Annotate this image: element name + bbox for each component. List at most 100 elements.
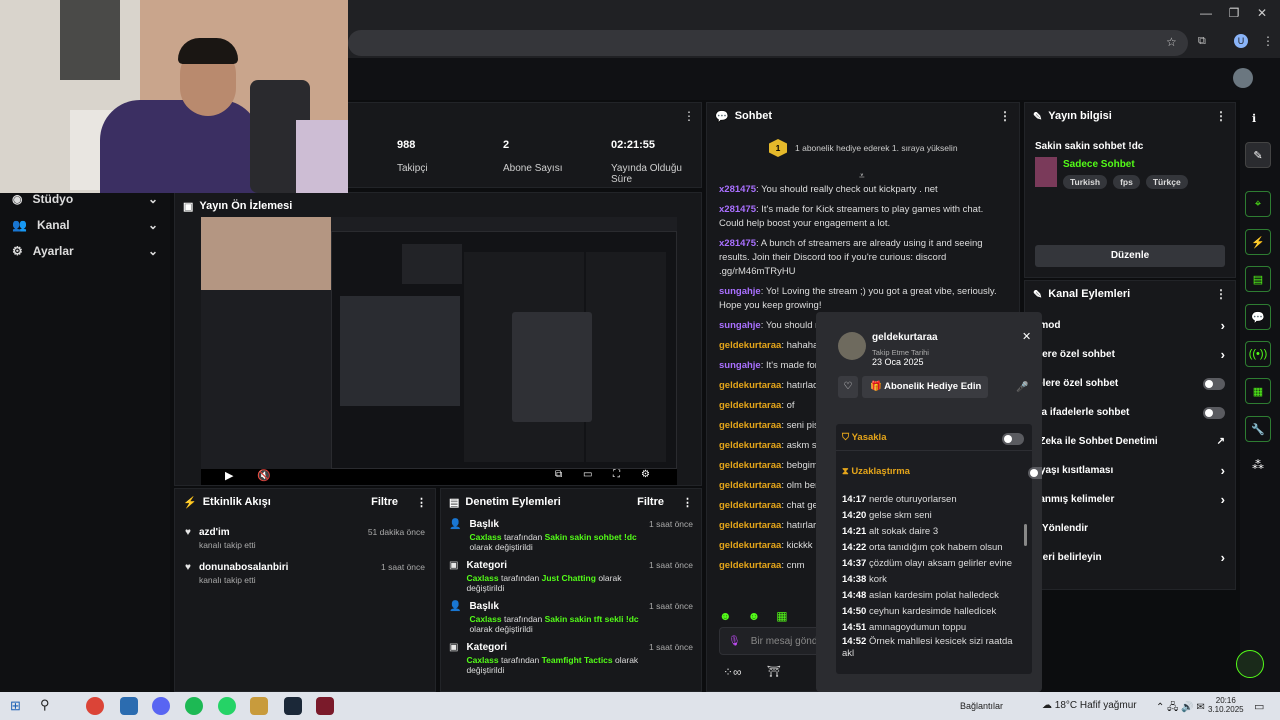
chat-username[interactable]: sungahje <box>719 360 761 371</box>
chat-username[interactable]: sungahje <box>719 320 761 331</box>
channel-action-item[interactable]: nelere özel sohbet <box>1025 369 1235 398</box>
toggle-switch[interactable] <box>1203 406 1225 419</box>
channel-action-item[interactable]: ci Yönlendir <box>1025 514 1235 543</box>
gift-sub-button[interactable]: 🎁 Abonelik Hediye Edin <box>862 376 988 398</box>
emote-icon[interactable]: ▦ <box>776 609 787 623</box>
chat-username[interactable]: geldekurtaraa <box>719 380 781 391</box>
app-icon[interactable] <box>120 697 138 715</box>
document-icon[interactable]: ▤ <box>1245 266 1271 292</box>
infinity-icon[interactable]: ⁘∞ <box>723 665 742 679</box>
league-icon[interactable] <box>250 697 268 715</box>
chat-username[interactable]: x281475 <box>719 238 756 249</box>
theater-icon[interactable]: ▭ <box>583 469 592 480</box>
timeout-toggle-row[interactable]: ⧗ Uzaklaştırma <box>842 466 910 477</box>
chat-username[interactable]: geldekurtaraa <box>719 520 781 531</box>
stats-menu-icon[interactable]: ⋮ <box>683 109 695 123</box>
follow-heart-button[interactable]: ♡ <box>838 376 858 398</box>
edit-mode-icon[interactable]: ✎ <box>1245 142 1271 168</box>
gear-icon[interactable]: ⚙ <box>641 469 650 480</box>
chat-message[interactable]: x281475: You should really check out kic… <box>719 183 1009 197</box>
stream-preview-video[interactable]: ▶ 🔇 ⧉ ▭ ⛶ ⚙ <box>201 217 677 485</box>
minimize-icon[interactable]: — <box>1196 6 1216 20</box>
chat-username[interactable]: geldekurtaraa <box>719 460 781 471</box>
ban-toggle-row[interactable]: ⛉ Yasakla <box>842 432 886 443</box>
clock[interactable]: 20:16 3.10.2025 <box>1208 696 1244 714</box>
address-bar[interactable] <box>348 30 1188 56</box>
list-item[interactable]: ♥ azd'im kanalı takip etti 51 dakika önce <box>175 521 435 556</box>
chat-menu-icon[interactable]: ⋮ <box>999 109 1011 123</box>
list-item[interactable]: ▣ Kategori Caxlass tarafından Teamfight Ta… <box>441 638 701 679</box>
profile-avatar-icon[interactable]: U <box>1234 34 1248 48</box>
sidebar-item-channel[interactable]: 👥 Kanal ⌄ <box>0 212 170 238</box>
search-icon[interactable]: ⚲ <box>40 697 50 713</box>
app-icon[interactable] <box>316 697 334 715</box>
chat-username[interactable]: geldekurtaraa <box>719 560 781 571</box>
wrench-icon[interactable]: 🔧 <box>1245 416 1271 442</box>
channel-action-item[interactable]: ş mod › <box>1025 311 1235 340</box>
lightning-icon[interactable]: ⚡ <box>1245 229 1271 255</box>
network-label[interactable]: Bağlantılar <box>960 701 1003 711</box>
extensions-icon[interactable]: ⧉ <box>1198 35 1206 48</box>
list-item[interactable]: 👤 Başlık Caxlass tarafından Sakin sakin so… <box>441 515 701 556</box>
chat-message[interactable]: sungahje: Yo! Loving the stream ;) you g… <box>719 285 1009 313</box>
list-item[interactable]: ♥ donunabosalanbiri kanalı takip etti 1 saa… <box>175 556 435 591</box>
toggle-switch[interactable] <box>1203 377 1225 390</box>
chat-leaderboard-banner[interactable]: 1 1 abonelik hediye ederek 1. sıraya yük… <box>769 139 958 157</box>
broadcast-icon[interactable]: ((•)) <box>1245 341 1271 367</box>
chat-username[interactable]: geldekurtaraa <box>719 440 781 451</box>
notifications-icon[interactable]: ▭ <box>1254 700 1264 713</box>
list-item[interactable]: ▣ Kategori Caxlass tarafından Just Chattin… <box>441 556 701 597</box>
play-icon[interactable]: ▶ <box>225 469 233 482</box>
filter-button[interactable]: Filtre <box>371 496 398 508</box>
plugins-icon[interactable]: ⁂ <box>1252 458 1264 472</box>
close-icon[interactable]: ✕ <box>1022 330 1031 343</box>
chat-input[interactable]: 🎙 Bir mesaj gönd <box>719 627 829 655</box>
emote-icon[interactable]: ☻ <box>719 609 732 623</box>
chat-username[interactable]: sungahje <box>719 286 761 297</box>
chat-username[interactable]: x281475 <box>719 204 756 215</box>
timeout-toggle[interactable] <box>1028 467 1042 479</box>
gift-icon[interactable]: ⛩ <box>767 665 781 678</box>
browser-menu-icon[interactable]: ⋮ <box>1262 34 1274 48</box>
channel-action-item[interactable]: p yaşı kısıtlaması › <box>1025 456 1235 485</box>
sidebar-item-settings[interactable]: ⚙ Ayarlar ⌄ <box>0 238 170 264</box>
filter-button[interactable]: Filtre <box>637 496 664 508</box>
tray-icons[interactable]: ⌃ 🖧 🔊 ✉ <box>1156 700 1205 717</box>
pin-icon[interactable]: ⩡ <box>859 171 865 182</box>
edit-button[interactable]: Düzenle <box>1035 245 1225 267</box>
user-avatar[interactable] <box>1233 68 1253 88</box>
moderation-menu-icon[interactable]: ⋮ <box>682 496 693 509</box>
chat-username[interactable]: geldekurtaraa <box>719 400 781 411</box>
emote-icon[interactable]: ☻ <box>748 609 761 623</box>
events-menu-icon[interactable]: ⋮ <box>416 496 427 509</box>
chat-username[interactable]: x281475 <box>719 184 756 195</box>
chat-message[interactable]: x281475: It's made for Kick streamers to… <box>719 203 1009 231</box>
stream-category[interactable]: Sadece Sohbet <box>1063 159 1135 170</box>
discord-icon[interactable] <box>152 697 170 715</box>
weather-widget[interactable]: ☁ 18°C Hafif yağmur <box>1042 700 1137 711</box>
channel-action-item[interactable]: efleri belirleyin › <box>1025 543 1235 572</box>
target-icon[interactable]: ⌖ <box>1245 191 1271 217</box>
chat-icon[interactable]: 💬 <box>1245 304 1271 330</box>
chat-username[interactable]: geldekurtaraa <box>719 540 781 551</box>
chat-username[interactable]: geldekurtaraa <box>719 480 781 491</box>
fullscreen-icon[interactable]: ⛶ <box>613 469 620 480</box>
mute-user-icon[interactable]: 🎤 <box>1016 382 1028 393</box>
chat-username[interactable]: geldekurtaraa <box>719 420 781 431</box>
assistant-bubble-icon[interactable] <box>1236 650 1264 678</box>
channel-action-item[interactable]: klanmış kelimeler › <box>1025 485 1235 514</box>
pip-icon[interactable]: ⧉ <box>555 469 562 480</box>
spotify-icon[interactable] <box>185 697 203 715</box>
channel-action-item[interactable]: çilere özel sohbet › <box>1025 340 1235 369</box>
actions-menu-icon[interactable]: ⋮ <box>1215 287 1227 301</box>
info-icon[interactable]: ℹ <box>1252 112 1256 125</box>
bookmark-star-icon[interactable]: ☆ <box>1166 35 1177 49</box>
info-menu-icon[interactable]: ⋮ <box>1215 109 1227 123</box>
close-window-icon[interactable]: ✕ <box>1252 6 1272 20</box>
chrome-icon[interactable] <box>86 697 104 715</box>
layout-icon[interactable]: ▦ <box>1245 378 1271 404</box>
history-scrollbar[interactable] <box>1024 524 1027 546</box>
chat-username[interactable]: geldekurtaraa <box>719 340 781 351</box>
windows-start-icon[interactable]: ⊞ <box>10 698 21 714</box>
chat-username[interactable]: geldekurtaraa <box>719 500 781 511</box>
